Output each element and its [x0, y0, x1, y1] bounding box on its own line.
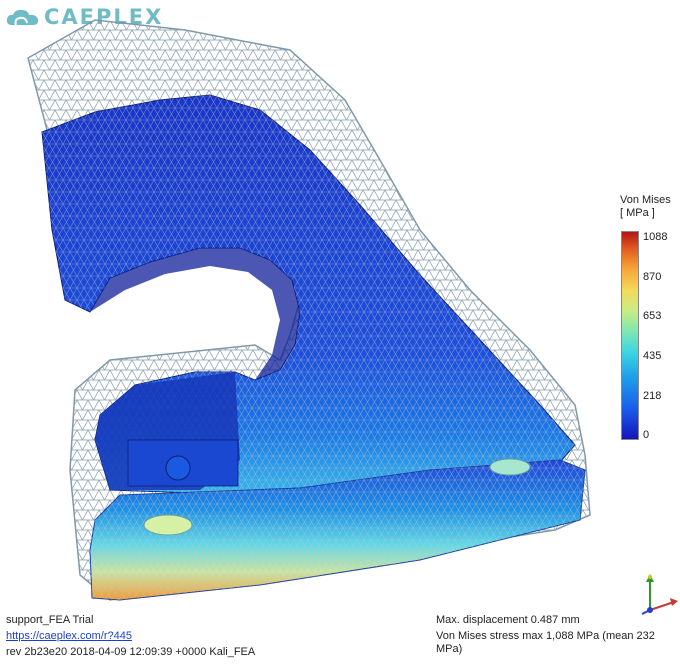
max-displacement: Max. displacement 0.487 mm: [436, 614, 580, 626]
legend-tick: 1088: [643, 231, 668, 243]
fea-viewport[interactable]: [0, 0, 610, 610]
xyz-axes-icon: [641, 574, 678, 615]
legend-tick: 870: [643, 271, 662, 283]
deformed-body: [41, 94, 576, 494]
legend-tick: 0: [643, 429, 650, 441]
legend-title-line1: Von Mises: [620, 194, 671, 206]
legend-tick: 218: [643, 390, 662, 402]
stress-summary: Von Mises stress max 1,088 MPa (mean 232…: [436, 630, 655, 655]
legend-units: [ MPa ]: [620, 207, 655, 219]
project-name: support_FEA Trial: [6, 614, 94, 626]
legend-tick: 653: [643, 310, 662, 322]
revision-info: rev 2b23e20 2018-04-09 12:09:39 +0000 Ka…: [6, 646, 256, 658]
report-link[interactable]: https://caeplex.com/r?445: [6, 630, 132, 643]
legend-tick: 435: [643, 350, 662, 362]
stress-colorbar: [621, 231, 639, 440]
legend-title: Von Mises [ MPa ]: [620, 194, 671, 220]
